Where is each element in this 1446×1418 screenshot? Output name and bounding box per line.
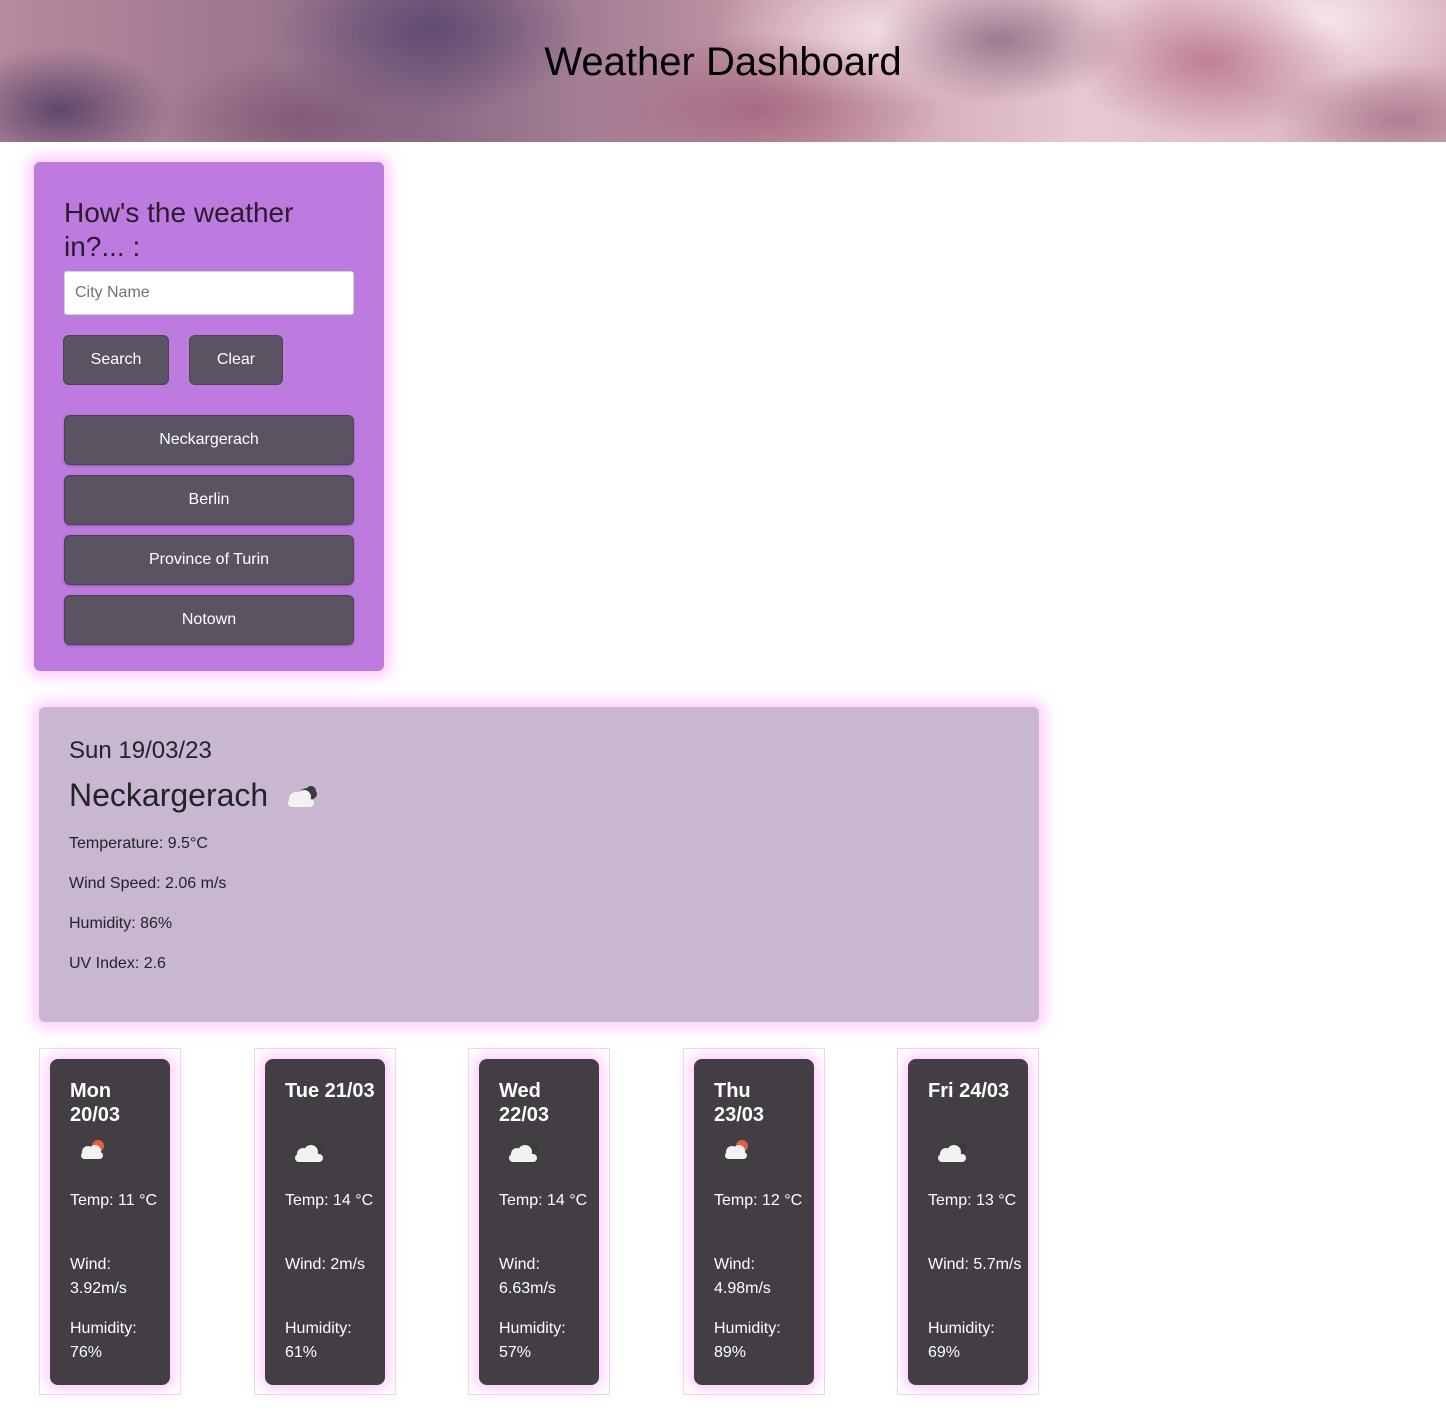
- page-title: Weather Dashboard: [544, 40, 902, 84]
- cloudy-icon: [291, 1137, 331, 1167]
- forecast-temp: Temp: 14 °C: [285, 1192, 374, 1209]
- current-weather-panel: Sun 19/03/23 Neckargerach Temperature: 9…: [39, 707, 1039, 1022]
- forecast-wind: Wind: 2m/s: [285, 1256, 366, 1273]
- forecast-humidity: Humidity: 69%: [928, 1320, 995, 1361]
- current-city-name: Neckargerach: [69, 777, 269, 813]
- forecast-wind: Wind: 6.63m/s: [499, 1256, 556, 1297]
- forecast-card-wrapper: Fri 24/03 Temp: 13 °C Wind: 5.7m/s Humid…: [897, 1048, 1039, 1395]
- search-panel: How's the weather in?... : Search Clear …: [34, 162, 384, 671]
- history-city-button[interactable]: Province of Turin: [64, 535, 354, 585]
- forecast-card-wrapper: Tue 21/03 Temp: 14 °C Wind: 2m/s Humidit…: [254, 1048, 396, 1395]
- forecast-humidity: Humidity: 57%: [499, 1320, 566, 1361]
- forecast-date: Mon 20/03: [70, 1080, 121, 1126]
- current-city: Neckargerach: [69, 777, 322, 814]
- forecast-wind: Wind: 3.92m/s: [70, 1256, 127, 1297]
- cloudy-icon: [282, 781, 322, 811]
- forecast-humidity: Humidity: 76%: [70, 1320, 137, 1361]
- current-humidity: Humidity: 86%: [69, 915, 173, 932]
- history-city-button[interactable]: Berlin: [64, 475, 354, 525]
- forecast-temp: Temp: 11 °C: [70, 1192, 158, 1209]
- forecast-card-wrapper: Thu 23/03 Temp: 12 °C Wind: 4.98m/s Humi…: [683, 1048, 825, 1395]
- forecast-date: Wed 22/03: [499, 1080, 550, 1126]
- forecast-humidity: Humidity: 61%: [285, 1320, 352, 1361]
- partly-cloudy-sun-icon: [720, 1137, 760, 1167]
- forecast-temp: Temp: 12 °C: [714, 1192, 803, 1209]
- current-temperature: Temperature: 9.5°C: [69, 835, 208, 852]
- forecast-temp: Temp: 13 °C: [928, 1192, 1017, 1209]
- city-search-input[interactable]: [64, 271, 354, 315]
- forecast-card: Tue 21/03 Temp: 14 °C Wind: 2m/s Humidit…: [265, 1059, 385, 1385]
- forecast-date: Tue 21/03: [285, 1080, 375, 1102]
- forecast-wind: Wind: 4.98m/s: [714, 1256, 771, 1297]
- current-wind: Wind Speed: 2.06 m/s: [69, 875, 227, 892]
- current-date: Sun 19/03/23: [69, 737, 212, 764]
- forecast-card: Mon 20/03 Temp: 11 °C Wind: 3.92m/s Humi…: [50, 1059, 170, 1385]
- history-city-button[interactable]: Notown: [64, 595, 354, 645]
- forecast-card-wrapper: Wed 22/03 Temp: 14 °C Wind: 6.63m/s Humi…: [468, 1048, 610, 1395]
- forecast-card: Thu 23/03 Temp: 12 °C Wind: 4.98m/s Humi…: [694, 1059, 814, 1385]
- forecast-temp: Temp: 14 °C: [499, 1192, 588, 1209]
- cloudy-icon: [505, 1137, 545, 1167]
- forecast-card: Wed 22/03 Temp: 14 °C Wind: 6.63m/s Humi…: [479, 1059, 599, 1385]
- forecast-card-wrapper: Mon 20/03 Temp: 11 °C Wind: 3.92m/s Humi…: [39, 1048, 181, 1395]
- partly-cloudy-sun-icon: [76, 1137, 116, 1167]
- clear-button[interactable]: Clear: [189, 335, 283, 385]
- search-button[interactable]: Search: [63, 335, 169, 385]
- forecast-humidity: Humidity: 89%: [714, 1320, 781, 1361]
- history-city-button[interactable]: Neckargerach: [64, 415, 354, 465]
- header-banner: Weather Dashboard: [0, 0, 1446, 142]
- forecast-date: Thu 23/03: [714, 1080, 765, 1126]
- search-title: How's the weather in?... :: [64, 197, 294, 262]
- current-uv-index: UV Index: 2.6: [69, 955, 166, 972]
- cloudy-icon: [934, 1137, 974, 1167]
- forecast-date: Fri 24/03: [928, 1080, 1010, 1102]
- forecast-card: Fri 24/03 Temp: 13 °C Wind: 5.7m/s Humid…: [908, 1059, 1028, 1385]
- forecast-wind: Wind: 5.7m/s: [928, 1256, 1022, 1273]
